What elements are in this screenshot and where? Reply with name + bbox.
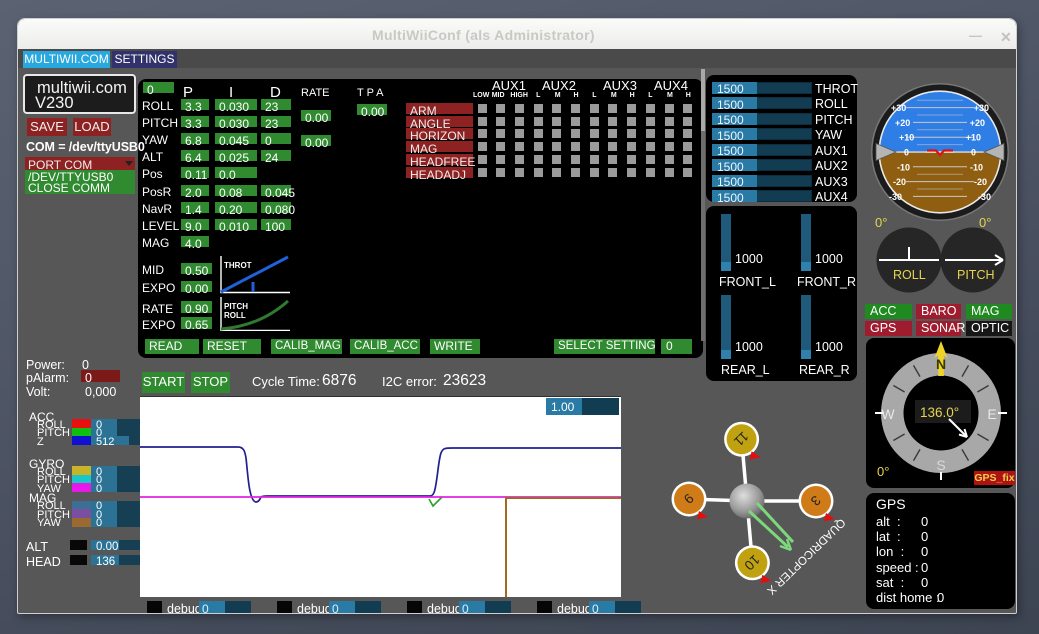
svg-text:-30: -30 [889,192,902,202]
svg-text:+10: +10 [966,133,981,143]
svg-text:E: E [987,406,996,422]
svg-text:N: N [936,356,946,372]
svg-text:+10: +10 [899,133,914,143]
svg-text:-10: -10 [970,163,983,173]
svg-text:-10: -10 [897,163,910,173]
svg-text:0: 0 [971,148,976,158]
svg-text:-20: -20 [893,177,906,187]
svg-text:S: S [936,457,945,473]
svg-text:+30: +30 [974,103,989,113]
svg-text:136.0°: 136.0° [920,405,959,420]
svg-text:QUADRICOPTER X: QUADRICOPTER X [764,516,847,597]
svg-text:0: 0 [904,148,909,158]
svg-text:+20: +20 [895,118,910,128]
svg-text:-30: -30 [978,192,991,202]
svg-text:+20: +20 [970,118,985,128]
svg-text:-20: -20 [974,177,987,187]
svg-text:+30: +30 [891,103,906,113]
